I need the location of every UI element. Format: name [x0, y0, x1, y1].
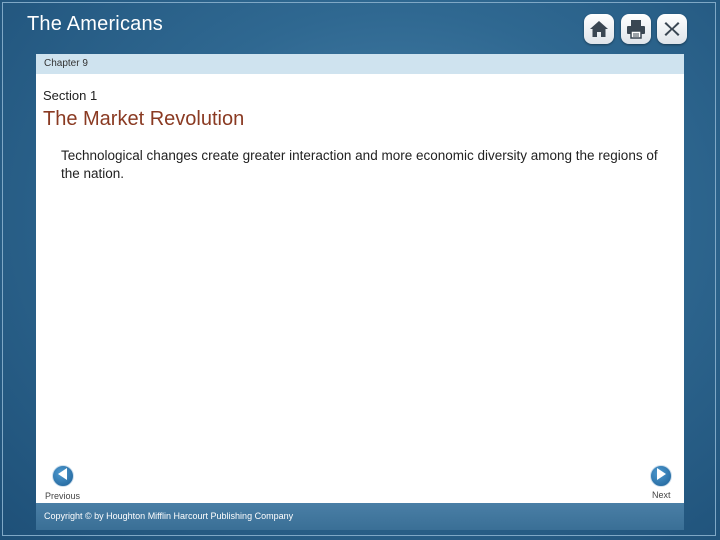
home-button[interactable] [584, 14, 614, 44]
slide-panel: Chapter 9 Section 1 The Market Revolutio… [36, 54, 684, 530]
previous-label[interactable]: Previous [45, 491, 80, 501]
copyright-text: Copyright © by Houghton Mifflin Harcourt… [44, 511, 294, 521]
section-label: Section 1 [43, 88, 98, 103]
footer-bar: Copyright © by Houghton Mifflin Harcourt… [36, 503, 684, 530]
body-text: Technological changes create greater int… [61, 148, 658, 181]
previous-button[interactable] [52, 465, 74, 487]
chapter-label: Chapter 9 [44, 58, 88, 69]
app-title: The Americans [27, 13, 163, 35]
next-label[interactable]: Next [652, 490, 671, 500]
arrow-right-icon [656, 467, 666, 485]
arrow-left-icon [58, 467, 68, 485]
section-title: The Market Revolution [43, 108, 245, 130]
chapter-bar: Chapter 9 [36, 54, 684, 74]
close-icon [663, 20, 681, 38]
print-button[interactable] [621, 14, 651, 44]
home-icon [589, 20, 609, 38]
close-button[interactable] [657, 14, 687, 44]
next-button[interactable] [650, 465, 672, 487]
print-icon [626, 19, 646, 39]
